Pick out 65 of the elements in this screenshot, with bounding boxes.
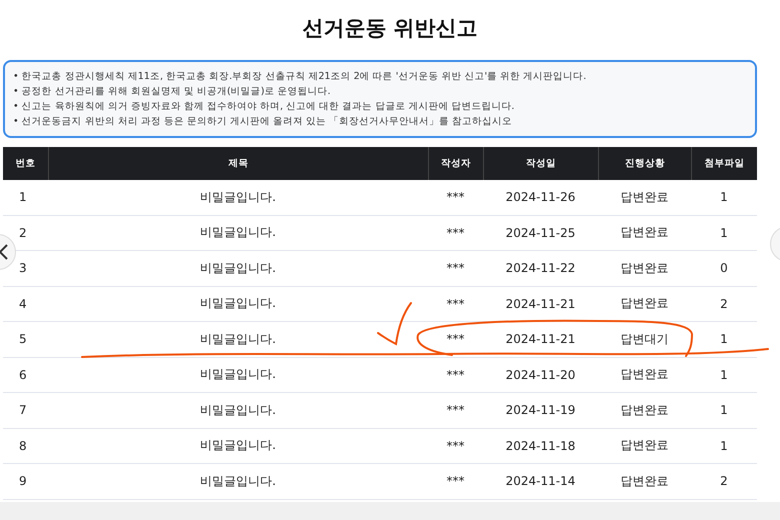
table-cell-text: 1 — [719, 189, 729, 206]
post-title-link[interactable]: 비밀글입니다. — [48, 464, 428, 498]
table-cell-text: 2024-11-18 — [504, 438, 576, 455]
column-header: 작성일 — [483, 147, 598, 180]
table-cell-text: 2024-11-14 — [504, 473, 576, 490]
table-cell-text: 1 — [719, 224, 729, 242]
table-cell-text: 2024-11-20 — [504, 366, 576, 384]
post-title-link[interactable]: 비밀글입니다. — [48, 286, 428, 321]
column-header: 제목 — [48, 147, 428, 180]
table-cell-text: 답변완료 — [620, 366, 670, 384]
post-title-link[interactable]: 비밀글입니다. — [48, 216, 428, 250]
table-cell-text: 답변완료 — [620, 295, 670, 312]
table-cell-text: 답변완료 — [620, 402, 670, 419]
table-cell: 7 — [19, 403, 27, 418]
table-cell-text: 답변완료 — [620, 472, 670, 490]
table-cell: 3 — [19, 261, 27, 276]
notice-line: • 선거운동금지 위반의 처리 과정 등은 문의하기 게시판에 올려져 있는 「회장선거사무안내서」를 참고하십시오 — [13, 115, 514, 128]
notice-line: • 신고는 육하원칙에 의거 증빙자료와 함께 접수하여야 하며, 신고에 대한 결과는 답글로 게시판에 답변드립니다. — [13, 100, 516, 113]
post-title-link[interactable]: 비밀글입니다. — [48, 322, 428, 356]
table-cell-text: 답변완료 — [620, 188, 670, 206]
post-title-link[interactable]: 비밀글입니다. — [48, 428, 428, 463]
table-cell-text: *** — [446, 438, 466, 455]
post-title-link[interactable]: 비밀글입니다. — [48, 180, 428, 214]
table-cell: 9 — [19, 474, 27, 488]
page-title: 선거운동 위반신고 — [301, 15, 479, 42]
table-cell-text: 1 — [719, 331, 729, 348]
column-header: 진행상황 — [598, 147, 691, 180]
table-cell-text: 답변대기 — [620, 330, 670, 348]
notice-line: • 공정한 선거관리를 위해 회원실명제 및 비공개(비밀글)로 운영됩니다. — [13, 85, 332, 98]
table-cell-text: *** — [446, 260, 466, 278]
table-cell-text: *** — [446, 296, 466, 313]
table-cell-text: 답변완료 — [620, 224, 670, 242]
table-cell-text: 답변완료 — [620, 260, 670, 277]
table-cell: 6 — [19, 368, 27, 382]
table-cell-text: *** — [446, 224, 466, 242]
table-cell-text: *** — [446, 189, 466, 206]
table-cell-text: 0 — [719, 260, 729, 278]
post-title-link[interactable]: 비밀글입니다. — [48, 251, 428, 286]
table-cell-text: *** — [446, 473, 466, 490]
table-cell-text: 2024-11-19 — [504, 402, 576, 420]
table-cell-text: *** — [446, 366, 466, 384]
column-header: 번호 — [14, 157, 36, 171]
table-cell-text: 2024-11-25 — [504, 224, 576, 242]
column-header: 첨부파일 — [691, 147, 757, 180]
table-cell: 1 — [19, 190, 27, 204]
table-cell: 8 — [19, 438, 27, 453]
table-cell-text: 2 — [719, 473, 729, 490]
table-cell-text: *** — [446, 331, 466, 348]
table-cell-text: 2024-11-21 — [504, 296, 576, 313]
notice-line: • 한국교총 정관시행세칙 제11조, 한국교총 회장.부회장 선출규칙 제21조의 2에 따른 '선거운동 위반 신고'를 위한 게시판입니다. — [13, 70, 588, 83]
post-title-link[interactable]: 비밀글입니다. — [48, 358, 428, 392]
table-cell: 5 — [19, 332, 27, 346]
table-cell: 4 — [19, 296, 27, 311]
column-header: 작성자 — [428, 147, 483, 180]
post-title-link[interactable]: 비밀글입니다. — [48, 393, 428, 428]
table-cell-text: 1 — [719, 366, 729, 384]
table-cell: 2 — [19, 226, 27, 240]
table-cell-text: *** — [446, 402, 466, 420]
table-cell-text: 2024-11-22 — [504, 260, 576, 278]
table-cell-text: 2024-11-21 — [504, 331, 576, 348]
table-cell-text: 1 — [719, 438, 729, 455]
table-cell-text: 답변완료 — [620, 437, 670, 454]
table-cell-text: 1 — [719, 402, 729, 420]
table-cell-text: 2024-11-26 — [504, 189, 576, 206]
table-cell-text: 2 — [719, 296, 729, 313]
